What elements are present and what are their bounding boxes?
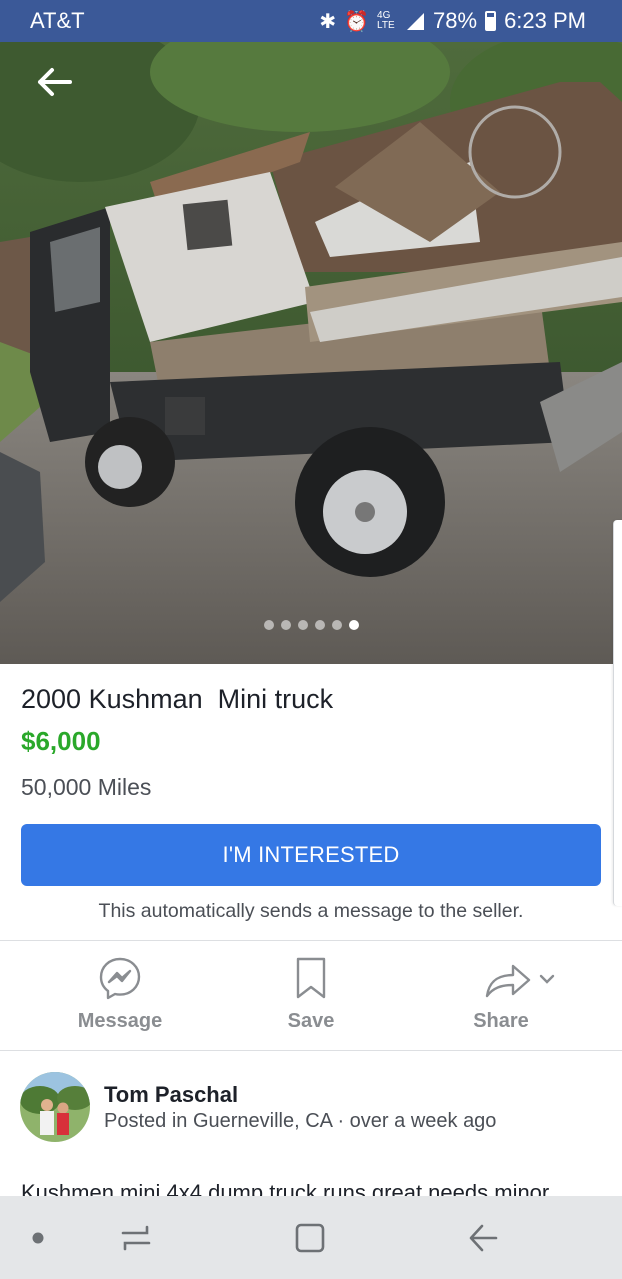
back-arrow-icon[interactable] bbox=[36, 66, 76, 98]
scrollbar[interactable] bbox=[613, 520, 622, 906]
android-nav-bar bbox=[0, 1196, 622, 1279]
messenger-icon bbox=[99, 957, 141, 1000]
listing-title: 2000 Kushman Mini truck bbox=[21, 684, 334, 714]
battery-percent: 78% bbox=[433, 8, 478, 33]
im-interested-button[interactable]: I'M INTERESTED bbox=[21, 824, 601, 886]
save-button[interactable]: Save bbox=[211, 942, 411, 1050]
seller-posted-info: Posted in Guerneville, CA · over a week … bbox=[104, 1110, 497, 1132]
home-icon[interactable] bbox=[294, 1222, 326, 1254]
seller-section: Tom Paschal Posted in Guerneville, CA · … bbox=[0, 1052, 622, 1197]
recent-apps-icon[interactable] bbox=[119, 1221, 153, 1255]
nav-dot-icon[interactable] bbox=[31, 1231, 45, 1245]
status-icons: ✱ ⏰ 4G LTE 78% 6:23 PM bbox=[319, 8, 586, 34]
photo-dot[interactable] bbox=[263, 620, 274, 630]
carrier-label: AT&T bbox=[30, 8, 85, 33]
message-button[interactable]: Message bbox=[20, 942, 220, 1050]
signal-icon bbox=[407, 13, 425, 30]
divider bbox=[0, 940, 622, 941]
alarm-icon: ⏰ bbox=[344, 10, 370, 33]
seller-name[interactable]: Tom Paschal bbox=[104, 1082, 238, 1108]
photo-dot[interactable] bbox=[331, 620, 342, 630]
battery-icon bbox=[485, 11, 497, 31]
truck-photo-image bbox=[0, 42, 622, 664]
network-type-label: 4G LTE bbox=[377, 10, 395, 31]
listing-mileage: 50,000 Miles bbox=[21, 774, 152, 800]
photo-pagination bbox=[0, 620, 622, 630]
action-bar: Message Save Share bbox=[0, 942, 622, 1050]
photo-dot[interactable] bbox=[280, 620, 291, 630]
avatar-image bbox=[20, 1072, 90, 1142]
back-nav-icon[interactable] bbox=[466, 1221, 500, 1255]
listing-photo[interactable] bbox=[0, 42, 622, 664]
seller-avatar[interactable] bbox=[20, 1072, 90, 1142]
photo-dot-active[interactable] bbox=[348, 620, 359, 630]
share-icon bbox=[485, 964, 555, 998]
bluetooth-icon: ✱ bbox=[319, 10, 337, 33]
save-label: Save bbox=[287, 1010, 335, 1032]
share-button[interactable]: Share bbox=[401, 942, 601, 1050]
listing-price: $6,000 bbox=[21, 726, 101, 756]
message-label: Message bbox=[77, 1010, 163, 1032]
listing-description: Kushmen mini 4x4 dump truck runs great n… bbox=[21, 1180, 550, 1197]
bookmark-icon bbox=[296, 957, 326, 999]
photo-dot[interactable] bbox=[297, 620, 308, 630]
share-label: Share bbox=[473, 1010, 529, 1032]
interest-note: This automatically sends a message to th… bbox=[98, 900, 524, 922]
divider bbox=[0, 1050, 622, 1051]
clock: 6:23 PM bbox=[504, 8, 586, 33]
status-bar: AT&T ✱ ⏰ 4G LTE 78% 6:23 PM bbox=[0, 0, 622, 42]
photo-dot[interactable] bbox=[314, 620, 325, 630]
